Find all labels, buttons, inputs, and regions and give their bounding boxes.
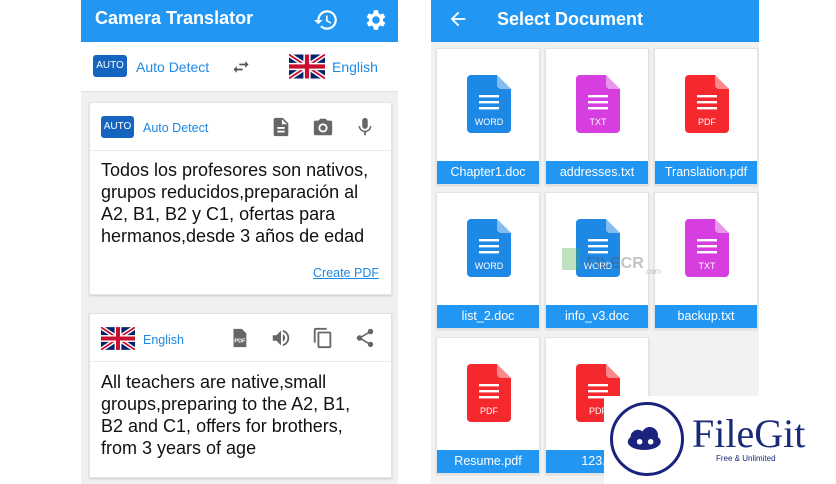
document-tile[interactable]: TXT addresses.txt [545, 48, 649, 185]
file-type-label: WORD [475, 117, 504, 127]
pdf-file-icon: PDF [467, 364, 511, 422]
document-tile[interactable]: PDF Resume.pdf [436, 337, 540, 474]
filegit-watermark: FileGit Free & Unlimited [604, 396, 836, 484]
file-type-label: TXT [590, 117, 608, 127]
translation-card: English PDF All teachers are native,smal… [89, 313, 392, 478]
translated-text[interactable]: All teachers are native,small groups,pre… [101, 371, 393, 459]
file-name: list_2.doc [437, 305, 539, 328]
file-name: backup.txt [655, 305, 757, 328]
pdf-icon[interactable]: PDF [228, 327, 250, 349]
swap-icon[interactable] [231, 57, 251, 77]
app-title: Camera Translator [95, 8, 254, 28]
txt-file-icon: TXT [685, 219, 729, 277]
document-tile[interactable]: WORD list_2.doc [436, 192, 540, 329]
file-type-label: TXT [699, 261, 717, 271]
document-tile[interactable]: WORD Chapter1.doc [436, 48, 540, 185]
camera-translator-screen: Camera Translator AUTO Auto Detect Engli… [81, 0, 398, 484]
fileecr-watermark-domain: .com [644, 267, 662, 276]
language-bar: AUTO Auto Detect English [81, 42, 398, 92]
txt-file-icon: TXT [576, 75, 620, 133]
auto-badge: AUTO [101, 116, 134, 138]
source-card-header: AUTO Auto Detect [90, 103, 391, 151]
file-name: addresses.txt [546, 161, 648, 184]
word-file-icon: WORD [467, 75, 511, 133]
uk-flag-icon [101, 327, 135, 350]
pdf-file-icon: PDF [685, 75, 729, 133]
history-icon[interactable] [313, 7, 339, 33]
translation-card-header: English PDF [90, 314, 391, 362]
source-card-language: Auto Detect [143, 121, 209, 135]
microphone-icon[interactable] [354, 116, 376, 138]
document-icon[interactable] [270, 116, 292, 138]
file-type-label: PDF [480, 406, 499, 416]
fileecr-watermark-text: FILECR [586, 255, 644, 272]
back-arrow-icon[interactable] [447, 8, 469, 30]
translation-language: English [143, 333, 184, 347]
screen-title: Select Document [497, 9, 644, 29]
filegit-tagline: Free & Unlimited [716, 454, 776, 463]
file-type-label: PDF [698, 117, 717, 127]
pdf-badge-text: PDF [234, 339, 246, 345]
settings-icon[interactable] [362, 7, 388, 33]
filegit-logo-icon [610, 402, 684, 476]
file-name: Translation.pdf [655, 161, 757, 184]
app-bar: Select Document [431, 0, 759, 42]
uk-flag-icon [289, 54, 325, 79]
source-text-card: AUTO Auto Detect Todos los profesores so… [89, 102, 392, 295]
app-bar: Camera Translator [81, 0, 398, 42]
document-tile[interactable]: PDF Translation.pdf [654, 48, 758, 185]
file-type-label: WORD [475, 261, 504, 271]
file-name: info_v3.doc [546, 305, 648, 328]
source-text[interactable]: Todos los profesores son nativos, grupos… [101, 159, 393, 247]
screenshot-stage: Camera Translator AUTO Auto Detect Engli… [0, 0, 836, 484]
source-language-selector[interactable]: Auto Detect [136, 59, 209, 75]
create-pdf-link[interactable]: Create PDF [313, 266, 379, 280]
camera-icon[interactable] [312, 116, 334, 138]
word-file-icon: WORD [467, 219, 511, 277]
target-language-selector[interactable]: English [332, 59, 378, 75]
copy-icon[interactable] [312, 327, 334, 349]
auto-badge[interactable]: AUTO [93, 55, 127, 77]
speaker-icon[interactable] [270, 327, 292, 349]
fileecr-watermark: FILECR .com [562, 248, 662, 276]
file-name: Chapter1.doc [437, 161, 539, 184]
file-name: Resume.pdf [437, 450, 539, 473]
filegit-name: FileGit [692, 411, 806, 456]
share-icon[interactable] [354, 327, 376, 349]
